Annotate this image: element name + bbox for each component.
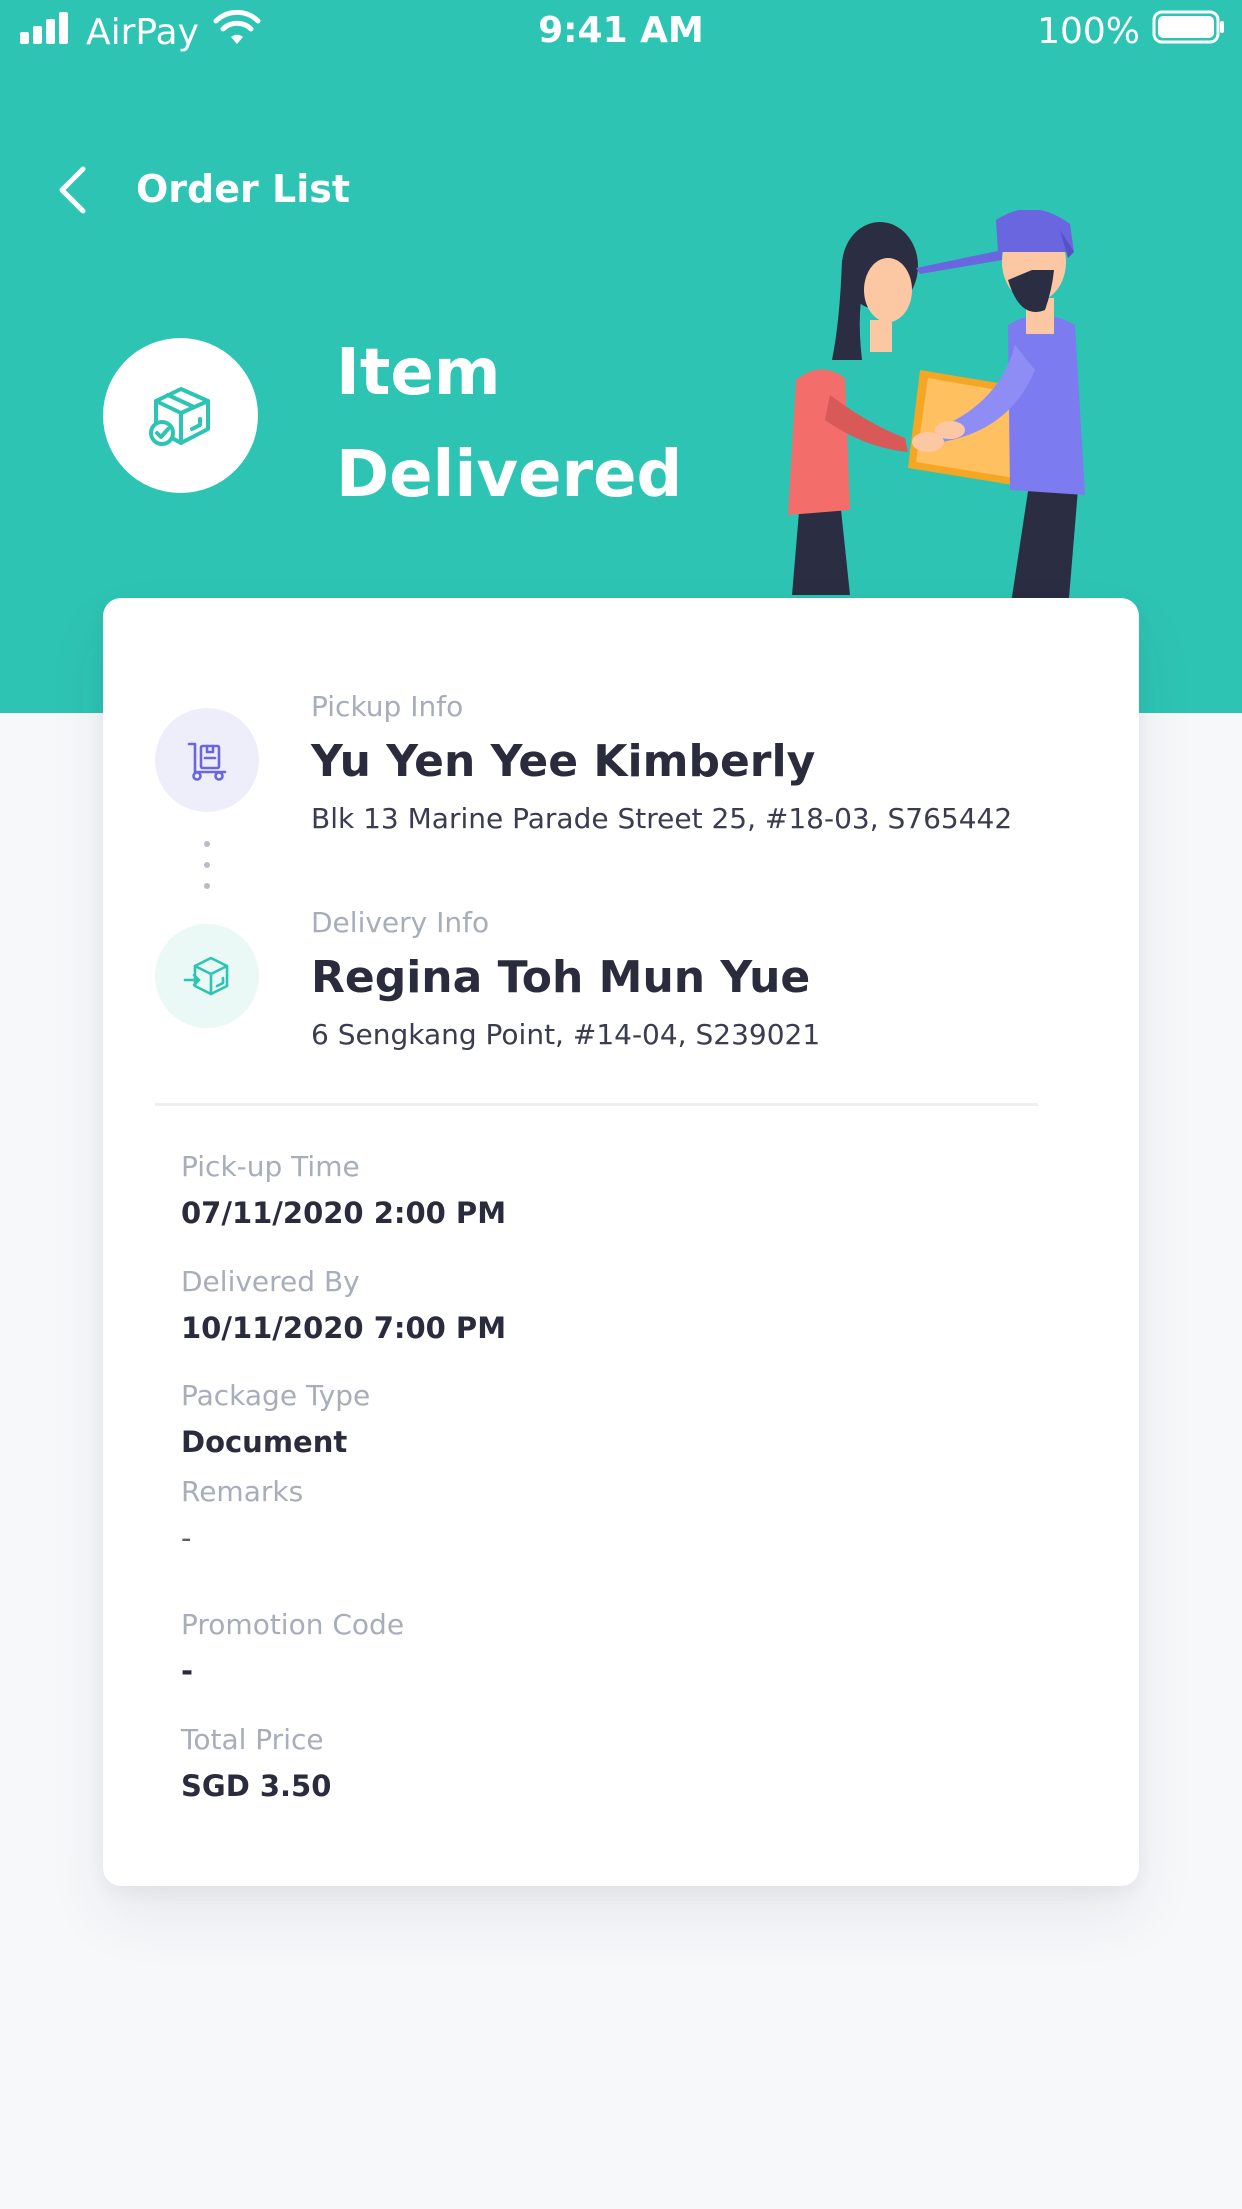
remarks-field: Remarks -	[181, 1473, 981, 1557]
back-button[interactable]	[44, 156, 100, 224]
delivery-label: Delivery Info	[311, 906, 490, 939]
battery-icon	[1152, 10, 1226, 54]
pickup-name: Yu Yen Yee Kimberly	[311, 736, 816, 787]
pickup-address: Blk 13 Marine Parade Street 25, #18-03, …	[311, 802, 1013, 835]
delivery-name: Regina Toh Mun Yue	[311, 952, 811, 1003]
promotion-code-field: Promotion Code -	[181, 1606, 981, 1690]
order-detail-card: Pickup Info Yu Yen Yee Kimberly Blk 13 M…	[103, 598, 1139, 1886]
title-line-1: Item	[336, 336, 501, 410]
chevron-left-icon	[59, 166, 86, 214]
remarks-label: Remarks	[181, 1475, 304, 1508]
status-right: 100%	[1037, 10, 1226, 54]
battery-label: 100%	[1037, 11, 1140, 52]
total-price-label: Total Price	[181, 1723, 324, 1756]
pickup-icon-circle	[155, 708, 259, 812]
status-bar: AirPay 9:41 AM 100%	[0, 0, 1242, 62]
package-type-value: Document	[181, 1425, 348, 1459]
pickup-time-field: Pick-up Time 07/11/2020 2:00 PM	[181, 1148, 981, 1232]
delivery-info: Delivery Info Regina Toh Mun Yue 6 Sengk…	[311, 904, 1111, 1054]
package-type-field: Package Type Document	[181, 1377, 981, 1461]
title-line-2: Delivered	[336, 438, 683, 512]
package-type-label: Package Type	[181, 1379, 371, 1412]
divider	[155, 1103, 1038, 1106]
hero-icon-circle	[103, 338, 258, 493]
package-arrow-icon	[183, 956, 229, 996]
package-check-icon	[148, 386, 210, 446]
pickup-label: Pickup Info	[311, 690, 464, 723]
nav-title[interactable]: Order List	[136, 164, 350, 214]
nav-bar: Order List	[0, 150, 700, 230]
hand-truck-icon	[187, 742, 227, 781]
remarks-value: -	[181, 1521, 192, 1555]
delivered-by-value: 10/11/2020 7:00 PM	[181, 1311, 507, 1345]
hand	[935, 421, 965, 439]
promotion-code-value: -	[181, 1654, 194, 1688]
delivery-address: 6 Sengkang Point, #14-04, S239021	[311, 1018, 821, 1051]
page-title: Item Delivered	[336, 322, 756, 526]
woman-figure	[788, 222, 918, 595]
pickup-info: Pickup Info Yu Yen Yee Kimberly Blk 13 M…	[311, 688, 1111, 838]
delivery-icon-circle	[155, 924, 259, 1028]
promotion-code-label: Promotion Code	[181, 1608, 405, 1641]
pickup-time-value: 07/11/2020 2:00 PM	[181, 1196, 507, 1230]
delivery-illustration	[770, 208, 1150, 610]
route-dots	[203, 841, 211, 897]
total-price-field: Total Price SGD 3.50	[181, 1721, 981, 1805]
pickup-time-label: Pick-up Time	[181, 1150, 360, 1183]
delivered-by-field: Delivered By 10/11/2020 7:00 PM	[181, 1263, 981, 1347]
total-price-value: SGD 3.50	[181, 1769, 332, 1803]
delivered-by-label: Delivered By	[181, 1265, 360, 1298]
